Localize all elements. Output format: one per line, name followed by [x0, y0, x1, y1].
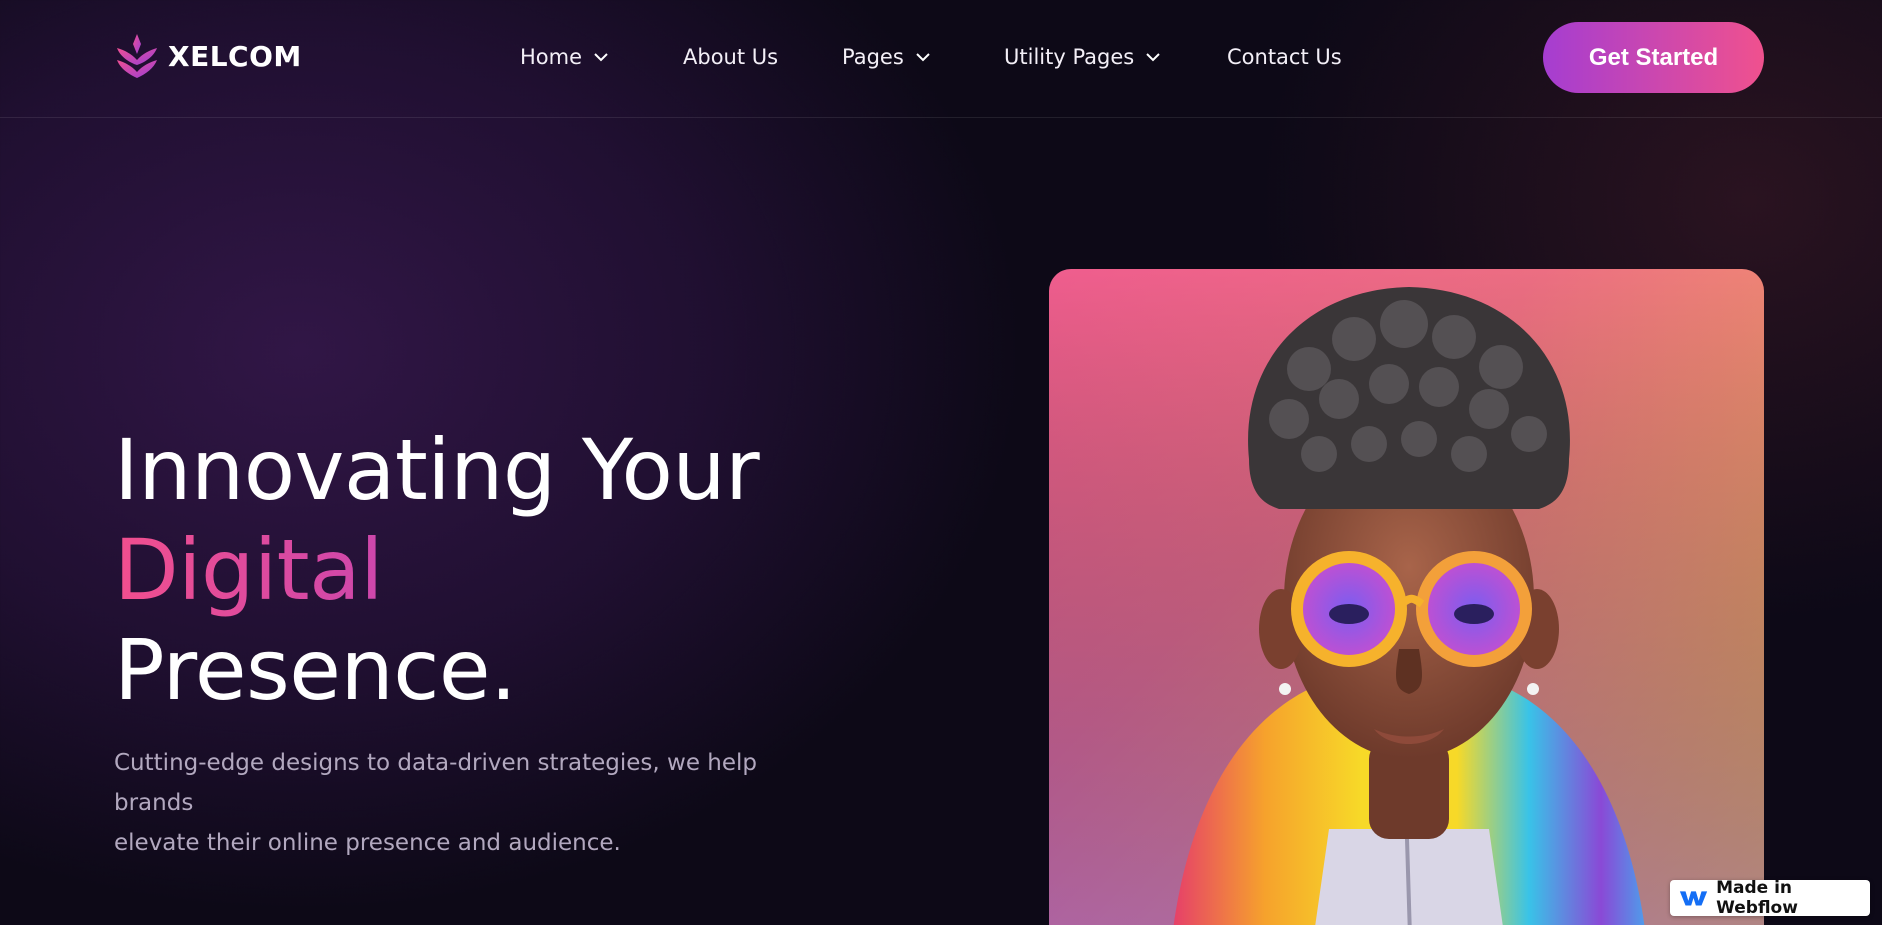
nav-item-pages[interactable]: Pages — [842, 40, 932, 74]
top-navigation: XELCOM Home About Us Pages Utility Pages… — [0, 0, 1882, 118]
chevron-down-icon — [916, 53, 930, 62]
chevron-down-icon — [594, 53, 608, 62]
brand-name: XELCOM — [168, 39, 302, 73]
hero-title-line: Presence. — [114, 621, 517, 719]
webflow-logo-icon — [1679, 891, 1708, 906]
hero-title-accent: Digital — [114, 520, 759, 620]
get-started-button[interactable]: Get Started — [1543, 22, 1764, 93]
hero-subtitle-line: Cutting-edge designs to data-driven stra… — [114, 750, 758, 816]
hero-subtitle-line: elevate their online presence and audien… — [114, 830, 621, 856]
lotus-logo-icon — [117, 34, 157, 78]
nav-item-label: Utility Pages — [1004, 45, 1135, 69]
hero-subtitle: Cutting-edge designs to data-driven stra… — [114, 743, 814, 863]
nav-item-contact[interactable]: Contact Us — [1227, 40, 1342, 74]
nav-item-label: Contact Us — [1227, 45, 1342, 69]
nav-item-utility-pages[interactable]: Utility Pages — [1004, 40, 1162, 74]
nav-item-label: About Us — [683, 45, 779, 69]
chevron-down-icon — [1146, 53, 1160, 62]
hero-title-line: Innovating Your — [114, 421, 760, 519]
badge-label: Made in Webflow — [1716, 878, 1798, 918]
hero-image — [1049, 269, 1764, 925]
made-in-webflow-badge[interactable]: Made in Webflow — [1670, 878, 1870, 918]
hero-title: Innovating Your Digital Presence. — [114, 420, 760, 720]
brand-logo[interactable]: XELCOM — [114, 32, 302, 80]
avatar-illustration — [1049, 269, 1764, 925]
nav-item-home[interactable]: Home — [520, 40, 610, 74]
nav-item-label: Pages — [842, 45, 904, 69]
nav-item-label: Home — [520, 45, 583, 69]
nav-item-about[interactable]: About Us — [683, 40, 778, 74]
